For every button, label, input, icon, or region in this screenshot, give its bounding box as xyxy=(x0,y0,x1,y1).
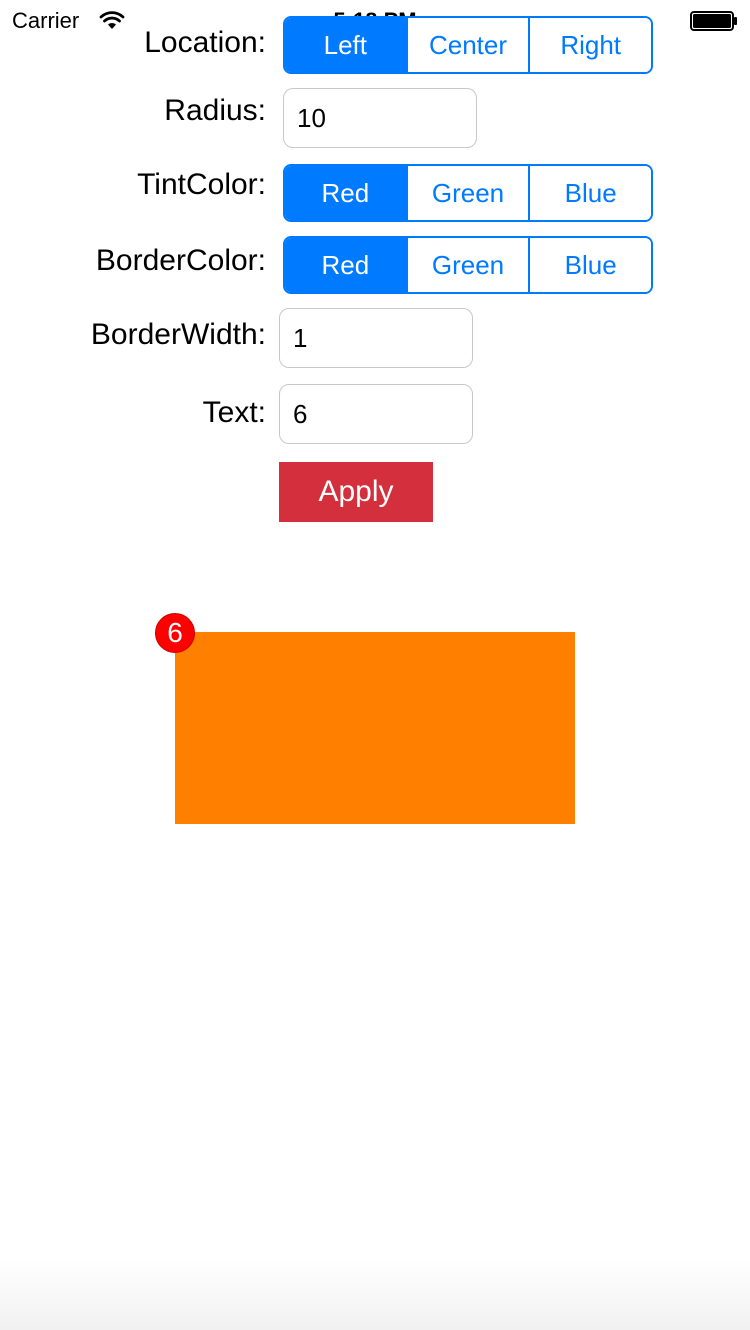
tint-color-segment-green[interactable]: Green xyxy=(405,166,529,220)
border-color-label: BorderColor: xyxy=(95,244,266,277)
badge: 6 xyxy=(155,613,195,653)
border-width-input[interactable]: 1 xyxy=(279,308,473,368)
location-segment-right[interactable]: Right xyxy=(528,18,651,72)
preview-box xyxy=(175,632,575,824)
radius-input[interactable]: 10 xyxy=(283,88,477,148)
text-input[interactable]: 6 xyxy=(279,384,473,444)
border-color-segment-green[interactable]: Green xyxy=(405,238,529,292)
border-width-value: 1 xyxy=(293,322,308,353)
tint-color-segment-red[interactable]: Red xyxy=(285,166,406,220)
border-width-label: BorderWidth: xyxy=(90,318,266,351)
border-color-segmented-control: Red Green Blue xyxy=(283,236,653,294)
radius-value: 10 xyxy=(297,102,326,133)
location-label: Location: xyxy=(144,26,266,59)
location-segment-center[interactable]: Center xyxy=(405,18,529,72)
location-segmented-control: Left Center Right xyxy=(283,16,653,74)
text-label: Text: xyxy=(202,396,266,429)
border-color-segment-blue[interactable]: Blue xyxy=(528,238,651,292)
tint-color-segment-blue[interactable]: Blue xyxy=(528,166,651,220)
battery-icon xyxy=(690,11,737,31)
border-color-segment-red[interactable]: Red xyxy=(285,238,406,292)
radius-label: Radius: xyxy=(164,94,266,127)
text-value: 6 xyxy=(293,398,308,429)
tint-color-label: TintColor: xyxy=(137,168,266,201)
bottom-toolbar xyxy=(0,1260,750,1330)
location-segment-left[interactable]: Left xyxy=(285,18,406,72)
apply-button[interactable]: Apply xyxy=(279,462,433,522)
tint-color-segmented-control: Red Green Blue xyxy=(283,164,653,222)
